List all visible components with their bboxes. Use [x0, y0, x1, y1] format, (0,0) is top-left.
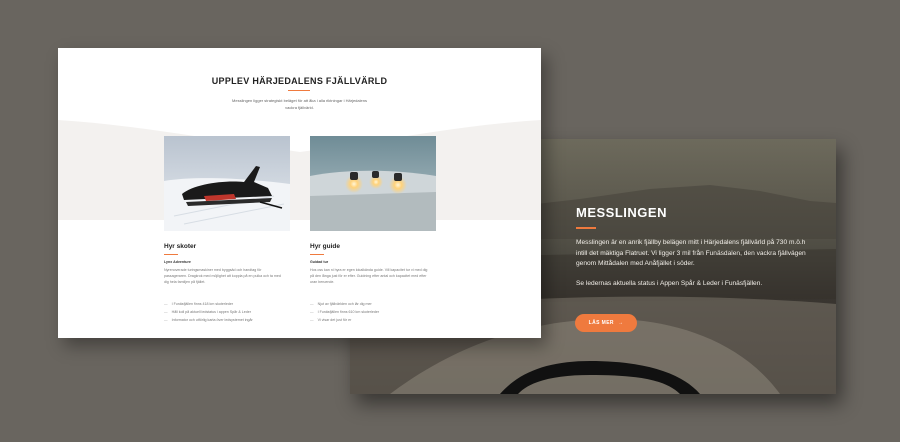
card-title: Hyr guide	[310, 243, 340, 250]
section-title: UPPLEV HÄRJEDALENS FJÄLLVÄRLD	[211, 76, 388, 86]
dash-icon: —	[310, 302, 314, 306]
read-more-label: LÄS MER	[588, 320, 614, 326]
card-bullet-list: — I Funäsfjällen finns 418 km skoterleder…	[164, 300, 253, 324]
dash-icon: —	[164, 302, 168, 306]
arrow-right-icon: →	[617, 320, 624, 326]
card-bullet-list: — Njut av fjällvärlden och lär dig mer — I…	[310, 300, 379, 324]
section-intro: Messlingen ligger strategiskt beläget fö…	[232, 98, 367, 110]
list-item: — Njut av fjällvärlden och lär dig mer	[310, 302, 372, 306]
card-title-underline	[164, 254, 178, 255]
dash-icon: —	[164, 318, 168, 322]
list-item: — I Funäsfjällen finns 610 km skoterleder	[310, 310, 380, 314]
dash-icon: —	[310, 318, 314, 322]
card-subtitle: Guidad tur	[310, 260, 329, 264]
card-description: Hos oss kan ni hyra er egen lokalkända g…	[310, 268, 428, 284]
dash-icon: —	[310, 310, 314, 314]
card-title: Hyr skoter	[164, 243, 197, 250]
snowmobile-photo	[164, 136, 290, 231]
content-section: UPPLEV HÄRJEDALENS FJÄLLVÄRLD Messlingen…	[58, 48, 541, 338]
card-hyr-guide: Hyr guide Guidad tur Hos oss kan ni hyra…	[310, 136, 436, 322]
card-description: Nyrenoverade turingsmaskiner med byggsäd…	[164, 268, 281, 284]
hero-title: MESSLINGEN	[576, 205, 667, 220]
card-subtitle: Lynx Adventure	[164, 260, 191, 264]
read-more-button[interactable]: LÄS MER →	[575, 314, 637, 332]
list-item: — Vi visar det just för er	[310, 318, 352, 322]
hero-status-text: Se ledernas aktuella status i Appen Spår…	[576, 280, 763, 287]
hero-paragraph: Messlingen är en anrik fjällby belägen m…	[576, 239, 806, 267]
list-item: — Informator och utförlig karta över leds…	[164, 318, 253, 322]
hero-title-underline	[576, 227, 596, 229]
guided-tour-photo	[310, 136, 436, 231]
dash-icon: —	[164, 310, 168, 314]
list-item: — Håll koll på aktuell ledstatus i appen …	[164, 310, 251, 314]
list-item: — I Funäsfjällen finns 418 km skoterleder	[164, 302, 234, 306]
section-background-shape	[58, 120, 541, 220]
section-title-underline	[288, 90, 310, 91]
card-title-underline	[310, 254, 324, 255]
card-hyr-skoter: Hyr skoter Lynx Adventure Nyrenoverade t…	[164, 136, 290, 322]
